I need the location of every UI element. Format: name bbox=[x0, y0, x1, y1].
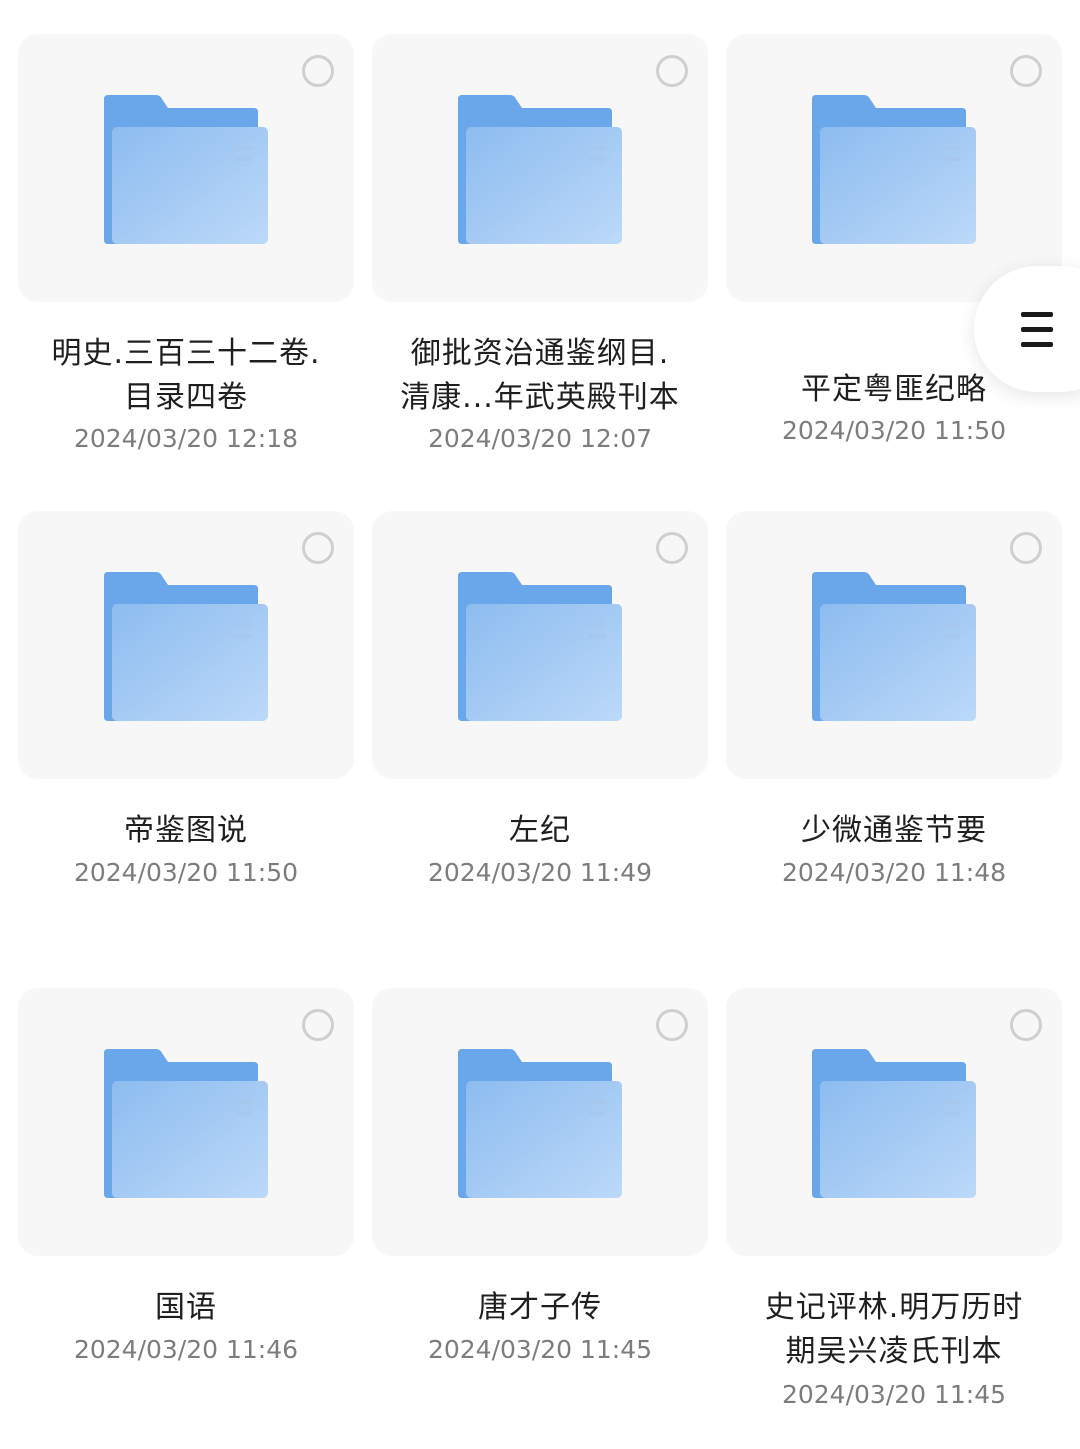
folder-name: 帝鉴图说 bbox=[124, 813, 248, 848]
folder-item[interactable]: 史记评林.明万历时 期吴兴凌氏刊本 2024/03/20 11:45 bbox=[726, 988, 1062, 1428]
folder-date: 2024/03/20 11:50 bbox=[73, 858, 299, 887]
folder-item[interactable]: 平定粤匪纪略 2024/03/20 11:50 bbox=[726, 34, 1062, 474]
folder-name: 御批资治通鉴纲目. 清康...年武英殿刊本 bbox=[400, 336, 680, 415]
folder-item[interactable]: 唐才子传 2024/03/20 11:45 bbox=[372, 988, 708, 1428]
folder-icon bbox=[104, 95, 268, 244]
folder-date: 2024/03/20 12:07 bbox=[427, 424, 653, 453]
folder-card[interactable] bbox=[18, 988, 354, 1256]
folder-card[interactable] bbox=[726, 511, 1062, 779]
folder-date: 2024/03/20 11:45 bbox=[781, 1380, 1007, 1409]
folder-item[interactable]: 左纪 2024/03/20 11:49 bbox=[372, 511, 708, 911]
select-checkbox[interactable] bbox=[1010, 55, 1042, 87]
folder-date: 2024/03/20 11:46 bbox=[73, 1335, 299, 1364]
folder-item[interactable]: 帝鉴图说 2024/03/20 11:50 bbox=[18, 511, 354, 911]
folder-item[interactable]: 国语 2024/03/20 11:46 bbox=[18, 988, 354, 1428]
folder-date: 2024/03/20 11:45 bbox=[427, 1335, 653, 1364]
folder-icon bbox=[812, 572, 976, 721]
folder-icon bbox=[458, 95, 622, 244]
select-checkbox[interactable] bbox=[1010, 1009, 1042, 1041]
folder-icon bbox=[812, 95, 976, 244]
folder-name: 左纪 bbox=[509, 813, 571, 848]
folder-date: 2024/03/20 11:49 bbox=[427, 858, 653, 887]
select-checkbox[interactable] bbox=[302, 55, 334, 87]
folder-card[interactable] bbox=[726, 34, 1062, 302]
folder-item[interactable]: 御批资治通鉴纲目. 清康...年武英殿刊本 2024/03/20 12:07 bbox=[372, 34, 708, 474]
select-checkbox[interactable] bbox=[656, 1009, 688, 1041]
folder-name: 少微通鉴节要 bbox=[801, 813, 987, 848]
select-checkbox[interactable] bbox=[302, 532, 334, 564]
select-checkbox[interactable] bbox=[656, 55, 688, 87]
folder-icon bbox=[812, 1049, 976, 1198]
folder-name: 唐才子传 bbox=[478, 1290, 602, 1325]
folder-name: 史记评林.明万历时 期吴兴凌氏刊本 bbox=[764, 1290, 1024, 1369]
folder-icon bbox=[104, 572, 268, 721]
folder-card[interactable] bbox=[372, 988, 708, 1256]
folder-item[interactable]: 明史.三百三十二卷. 目录四卷 2024/03/20 12:18 bbox=[18, 34, 354, 474]
folder-name: 国语 bbox=[155, 1290, 217, 1325]
folder-icon bbox=[458, 572, 622, 721]
folder-icon bbox=[458, 1049, 622, 1198]
folder-icon bbox=[104, 1049, 268, 1198]
select-checkbox[interactable] bbox=[1010, 532, 1042, 564]
select-checkbox[interactable] bbox=[302, 1009, 334, 1041]
folder-item[interactable]: 少微通鉴节要 2024/03/20 11:48 bbox=[726, 511, 1062, 911]
folder-date: 2024/03/20 12:18 bbox=[73, 424, 299, 453]
folder-name: 明史.三百三十二卷. 目录四卷 bbox=[51, 336, 321, 415]
folder-card[interactable] bbox=[372, 511, 708, 779]
folder-card[interactable] bbox=[18, 34, 354, 302]
folder-date: 2024/03/20 11:48 bbox=[781, 858, 1007, 887]
file-grid: 明史.三百三十二卷. 目录四卷 2024/03/20 12:18 御批资治通鉴纲… bbox=[0, 0, 1080, 1449]
folder-date: 2024/03/20 11:50 bbox=[781, 416, 1007, 445]
select-checkbox[interactable] bbox=[656, 532, 688, 564]
folder-card[interactable] bbox=[726, 988, 1062, 1256]
folder-card[interactable] bbox=[372, 34, 708, 302]
folder-card[interactable] bbox=[18, 511, 354, 779]
